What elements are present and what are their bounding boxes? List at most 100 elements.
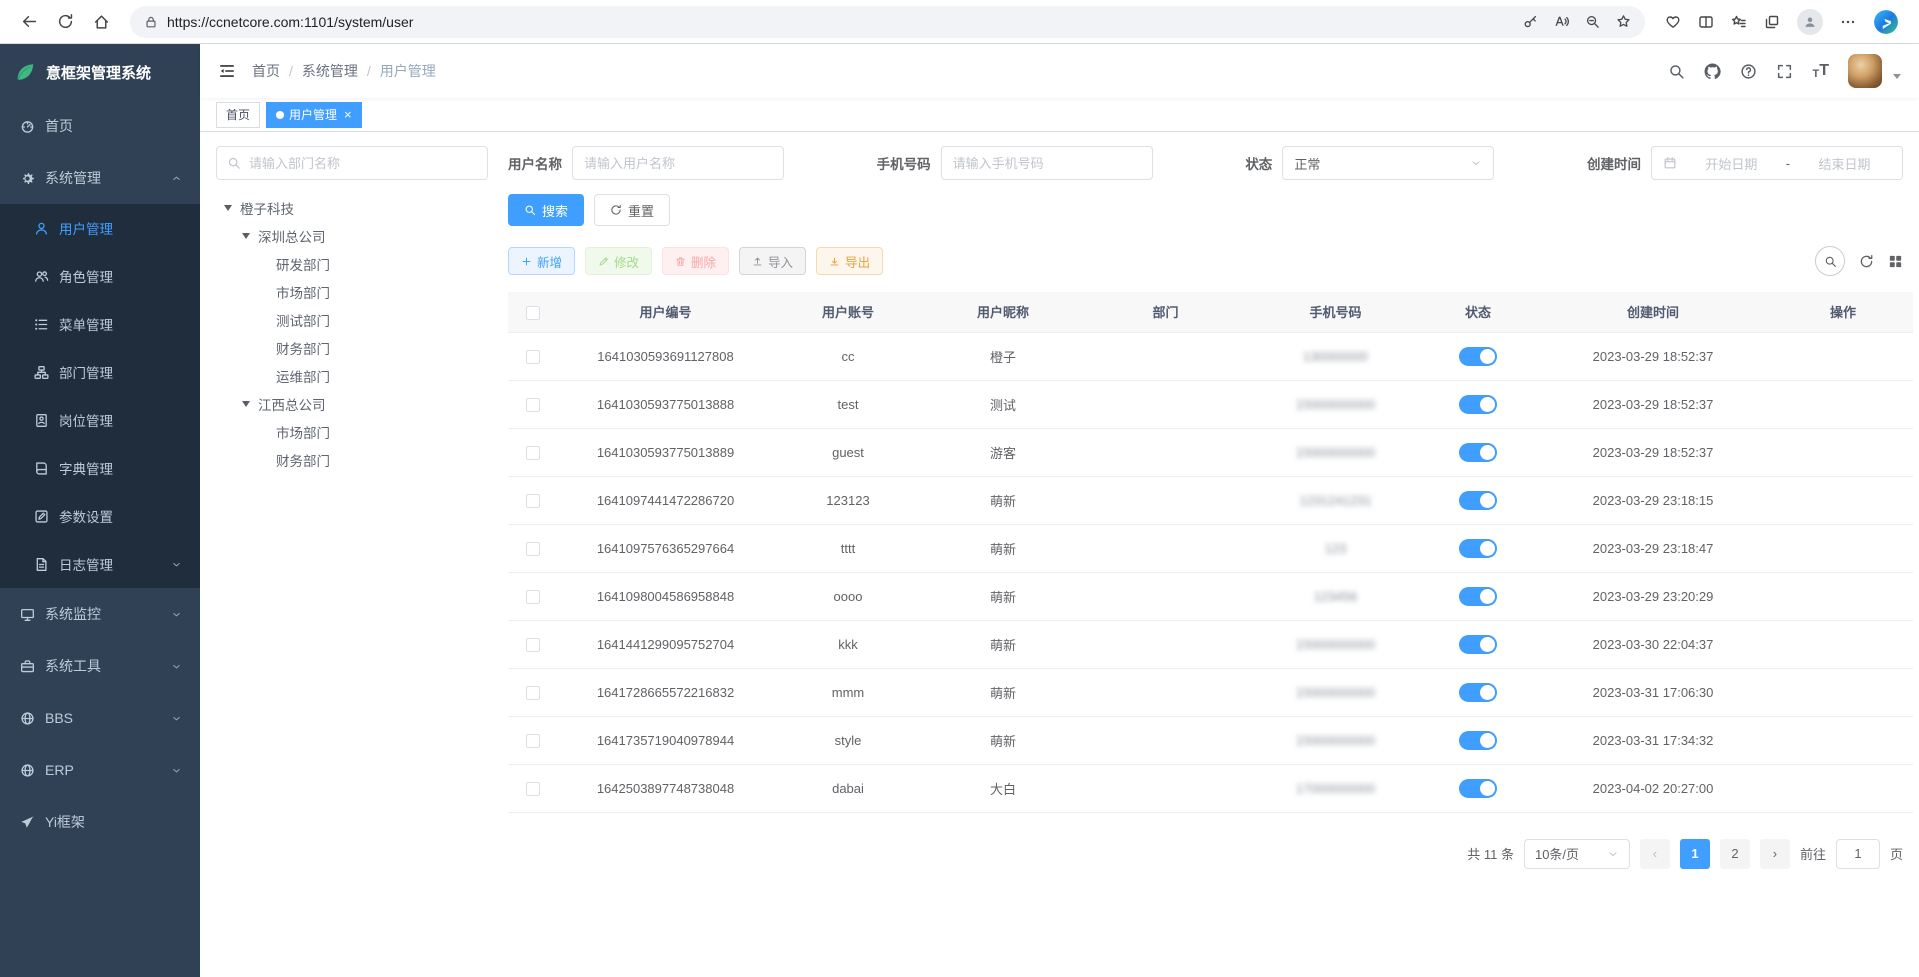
sidebar-item-system[interactable]: 系统管理 (0, 152, 200, 204)
add-button[interactable]: 新增 (508, 247, 575, 275)
sidebar-item-menu[interactable]: 菜单管理 (0, 300, 200, 348)
breadcrumb-item[interactable]: 系统管理 (302, 61, 358, 81)
import-button[interactable]: 导入 (739, 247, 806, 275)
row-checkbox[interactable] (526, 542, 540, 556)
sidebar-item-param[interactable]: 参数设置 (0, 492, 200, 540)
collections-icon[interactable] (1764, 14, 1780, 30)
tree-node-测试部门[interactable]: 测试部门 (216, 306, 488, 334)
favorites-icon[interactable] (1731, 14, 1747, 30)
page-size-select[interactable]: 10条/页 (1524, 839, 1630, 869)
status-toggle[interactable] (1459, 779, 1497, 798)
delete-button[interactable]: 删除 (662, 247, 729, 275)
font-size-icon[interactable]: TT (1812, 62, 1829, 80)
sidebar-item-user[interactable]: 用户管理 (0, 204, 200, 252)
status-toggle[interactable] (1459, 395, 1497, 414)
sidebar-item-log[interactable]: 日志管理 (0, 540, 200, 588)
row-checkbox[interactable] (526, 782, 540, 796)
page-button-2[interactable]: 2 (1720, 839, 1750, 869)
browser-home-button[interactable] (84, 5, 118, 39)
url-input[interactable] (167, 14, 1523, 30)
password-key-icon[interactable] (1523, 14, 1538, 29)
tree-expand-icon[interactable] (242, 401, 258, 407)
edit-button[interactable]: 修改 (585, 247, 652, 275)
status-toggle[interactable] (1459, 443, 1497, 462)
row-checkbox[interactable] (526, 590, 540, 604)
tree-node-运维部门[interactable]: 运维部门 (216, 362, 488, 390)
tree-node-研发部门[interactable]: 研发部门 (216, 250, 488, 278)
sidebar-item-post[interactable]: 岗位管理 (0, 396, 200, 444)
status-toggle[interactable] (1459, 347, 1497, 366)
row-checkbox[interactable] (526, 734, 540, 748)
sidebar-item-yi[interactable]: Yi框架 (0, 796, 200, 848)
header-search-icon[interactable] (1668, 63, 1685, 80)
tree-node-财务部门[interactable]: 财务部门 (216, 334, 488, 362)
columns-button[interactable] (1888, 254, 1903, 269)
tree-node-财务部门[interactable]: 财务部门 (216, 446, 488, 474)
toggle-search-button[interactable] (1815, 246, 1845, 276)
tree-expand-icon[interactable] (242, 233, 258, 239)
sidebar-item-tools[interactable]: 系统工具 (0, 640, 200, 692)
breadcrumb-item[interactable]: 首页 (252, 61, 280, 81)
export-button[interactable]: 导出 (816, 247, 883, 275)
user-avatar[interactable] (1848, 54, 1882, 88)
date-range-picker[interactable]: 开始日期 - 结束日期 (1651, 146, 1903, 180)
tree-expand-icon[interactable] (224, 205, 240, 211)
next-page-button[interactable]: › (1760, 839, 1790, 869)
status-toggle[interactable] (1459, 683, 1497, 702)
dept-search-field[interactable] (249, 156, 477, 171)
bing-icon[interactable] (1873, 9, 1899, 35)
tree-node-江西总公司[interactable]: 江西总公司 (216, 390, 488, 418)
app-logo[interactable]: 意框架管理系统 (0, 44, 200, 100)
browser-profile-avatar[interactable] (1797, 9, 1823, 35)
username-field[interactable] (584, 156, 772, 171)
tree-node-橙子科技[interactable]: 橙子科技 (216, 194, 488, 222)
tree-node-市场部门[interactable]: 市场部门 (216, 418, 488, 446)
browser-essentials-icon[interactable] (1665, 14, 1681, 30)
tree-node-深圳总公司[interactable]: 深圳总公司 (216, 222, 488, 250)
phone-input[interactable] (941, 146, 1153, 180)
address-bar[interactable] (130, 6, 1645, 38)
search-button[interactable]: 搜索 (508, 194, 584, 226)
sidebar-toggle-icon[interactable] (218, 62, 236, 80)
row-checkbox[interactable] (526, 398, 540, 412)
sidebar-item-erp[interactable]: ERP (0, 744, 200, 796)
username-input[interactable] (572, 146, 784, 180)
row-checkbox[interactable] (526, 638, 540, 652)
help-icon[interactable] (1740, 63, 1757, 80)
sidebar-item-monitor[interactable]: 系统监控 (0, 588, 200, 640)
tab-首页[interactable]: 首页 (216, 102, 260, 128)
tree-node-市场部门[interactable]: 市场部门 (216, 278, 488, 306)
sidebar-item-dict[interactable]: 字典管理 (0, 444, 200, 492)
reset-button[interactable]: 重置 (594, 194, 670, 226)
row-checkbox[interactable] (526, 686, 540, 700)
refresh-table-button[interactable] (1859, 254, 1874, 269)
row-checkbox[interactable] (526, 446, 540, 460)
status-toggle[interactable] (1459, 491, 1497, 510)
phone-field[interactable] (953, 156, 1141, 171)
status-toggle[interactable] (1459, 731, 1497, 750)
row-checkbox[interactable] (526, 350, 540, 364)
read-aloud-icon[interactable] (1554, 14, 1569, 29)
browser-menu-icon[interactable] (1840, 14, 1856, 30)
sidebar-item-role[interactable]: 角色管理 (0, 252, 200, 300)
status-select[interactable]: 正常 (1282, 146, 1494, 180)
select-all-checkbox[interactable] (526, 306, 540, 320)
page-button-1[interactable]: 1 (1680, 839, 1710, 869)
row-checkbox[interactable] (526, 494, 540, 508)
browser-refresh-button[interactable] (48, 5, 82, 39)
github-icon[interactable] (1704, 63, 1721, 80)
fullscreen-icon[interactable] (1776, 63, 1793, 80)
status-toggle[interactable] (1459, 539, 1497, 558)
tab-close-icon[interactable]: × (344, 108, 352, 121)
tab-用户管理[interactable]: 用户管理× (266, 102, 362, 128)
prev-page-button[interactable]: ‹ (1640, 839, 1670, 869)
sidebar-item-home[interactable]: 首页 (0, 100, 200, 152)
sidebar-item-dept[interactable]: 部门管理 (0, 348, 200, 396)
dept-search-input[interactable] (216, 146, 488, 180)
split-screen-icon[interactable] (1698, 14, 1714, 30)
sidebar-item-bbs[interactable]: BBS (0, 692, 200, 744)
zoom-icon[interactable] (1585, 14, 1600, 29)
browser-back-button[interactable] (12, 5, 46, 39)
add-favorite-icon[interactable] (1616, 14, 1631, 29)
goto-page-input[interactable] (1836, 839, 1880, 869)
